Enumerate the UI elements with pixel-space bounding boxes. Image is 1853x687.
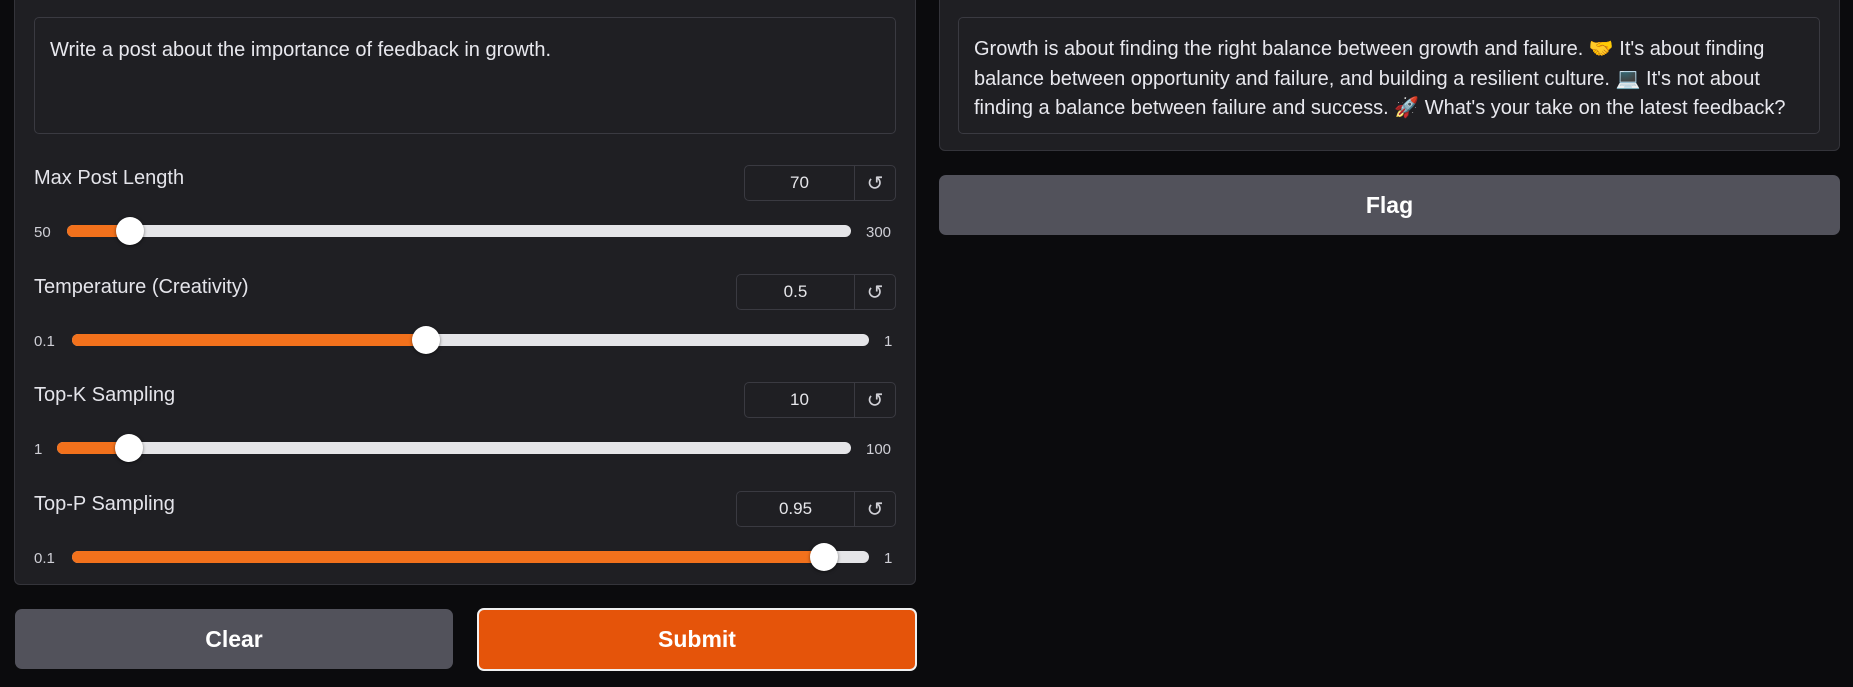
rocket-emoji: 🚀 (1394, 97, 1420, 119)
top-k-input[interactable]: 10 (745, 383, 855, 417)
max-post-length-number: 70 ↺ (744, 165, 896, 201)
top-p-number: 0.95 ↺ (736, 491, 896, 527)
top-p-max: 1 (884, 550, 893, 567)
reset-icon[interactable]: ↺ (855, 492, 895, 526)
temperature-label: Temperature (Creativity) (34, 276, 249, 298)
output-textbox: Growth is about finding the right balanc… (958, 17, 1820, 134)
submit-button[interactable]: Submit (477, 608, 917, 671)
prompt-textarea[interactable]: Write a post about the importance of fee… (34, 17, 896, 134)
temperature-max: 1 (884, 333, 893, 350)
top-k-max: 100 (866, 441, 892, 458)
reset-icon[interactable]: ↺ (855, 275, 895, 309)
top-k-slider[interactable] (57, 434, 851, 462)
temperature-number: 0.5 ↺ (736, 274, 896, 310)
top-p-slider[interactable] (72, 543, 869, 571)
max-post-length-max: 300 (866, 224, 892, 241)
top-p-label: Top-P Sampling (34, 493, 175, 515)
top-k-min: 1 (34, 441, 43, 458)
top-k-number: 10 ↺ (744, 382, 896, 418)
max-post-length-min: 50 (34, 224, 51, 241)
flag-button[interactable]: Flag (939, 175, 1840, 235)
reset-icon[interactable]: ↺ (855, 383, 895, 417)
temperature-input[interactable]: 0.5 (737, 275, 855, 309)
slider-thumb[interactable] (115, 217, 144, 245)
top-k-label: Top-K Sampling (34, 384, 176, 406)
output-text-1: Growth is about finding the right balanc… (974, 38, 1589, 60)
max-post-length-slider[interactable] (67, 217, 851, 245)
temperature-min: 0.1 (34, 333, 55, 350)
top-p-input[interactable]: 0.95 (737, 492, 855, 526)
max-post-length-input[interactable]: 70 (745, 166, 855, 200)
output-text-4: What's your take on the latest feedback? (1419, 97, 1786, 119)
temperature-slider[interactable] (72, 326, 869, 354)
clear-button[interactable]: Clear (15, 609, 453, 669)
laptop-emoji: 💻 (1615, 67, 1641, 90)
handshake-emoji: 🤝 (1588, 38, 1614, 60)
slider-fill (72, 334, 426, 346)
max-post-length-label: Max Post Length (34, 167, 185, 189)
slider-fill (72, 551, 825, 563)
top-p-min: 0.1 (34, 550, 55, 567)
reset-icon[interactable]: ↺ (855, 166, 895, 200)
slider-thumb[interactable] (411, 326, 440, 354)
